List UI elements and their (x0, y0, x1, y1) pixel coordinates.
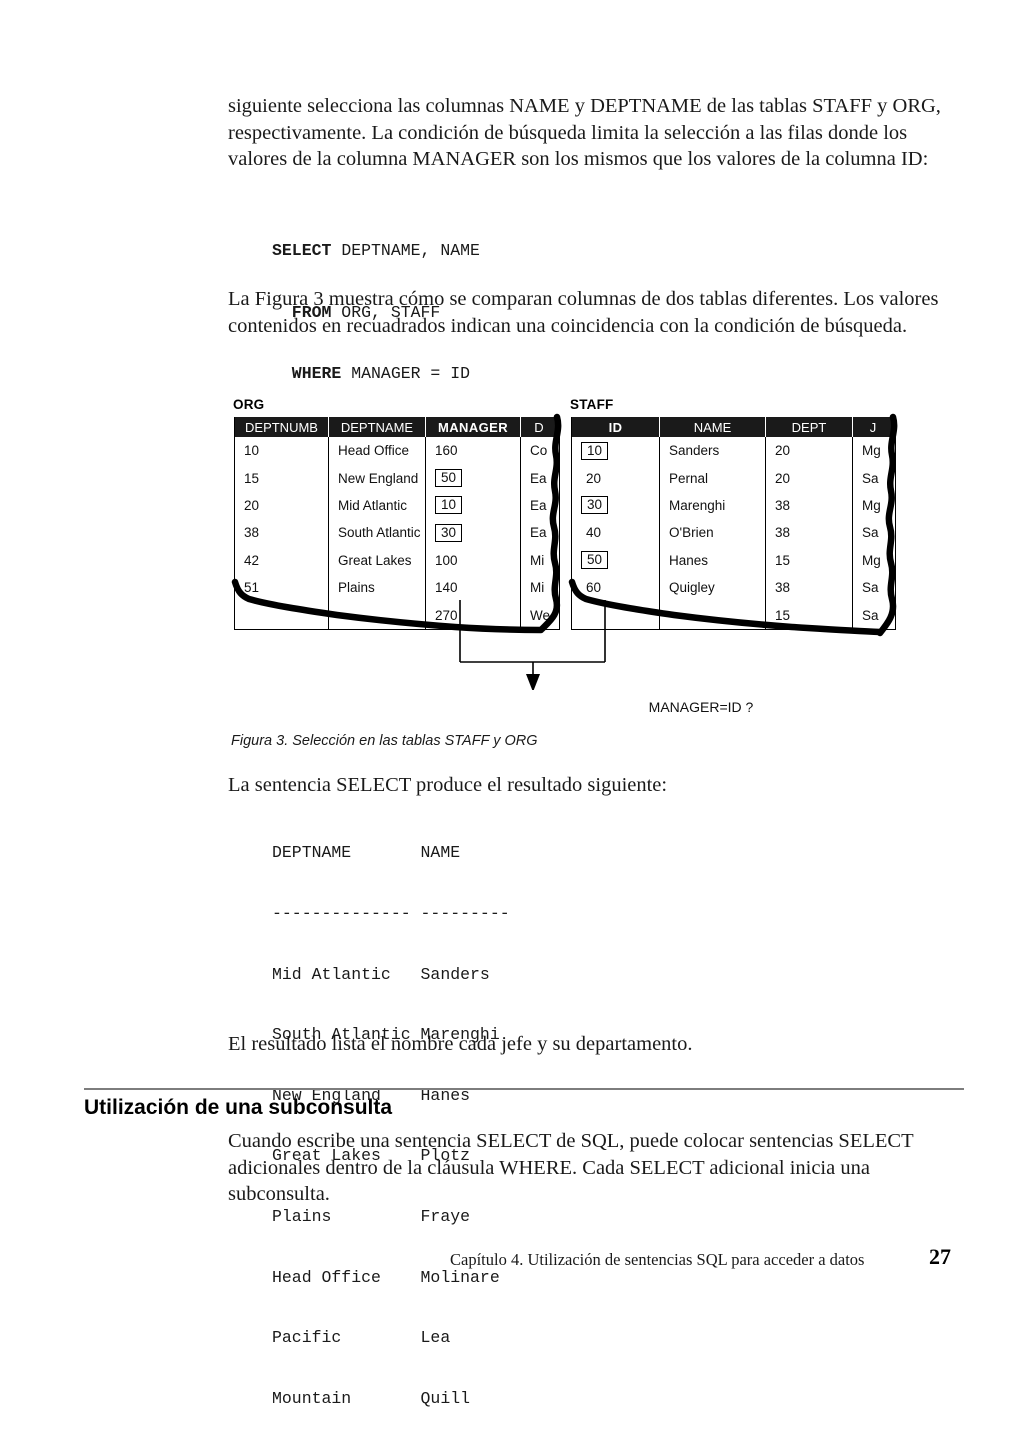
staff-id-value-boxed: 10 (581, 441, 609, 460)
table-row: 20 Mid Atlantic 10 Ea (235, 491, 559, 520)
result-listing-header: DEPTNAME NAME (272, 843, 461, 863)
org-cell-manager: 30 (426, 519, 521, 547)
staff-cell-dept: 38 (766, 519, 853, 547)
paragraph-subquery-body: Cuando escribe una sentencia SELECT de S… (228, 1130, 914, 1205)
org-cell-deptname: Mid Atlantic (329, 491, 426, 520)
result-listing-row: Mountain Quill (272, 1388, 471, 1408)
result-listing-row: Plains Fraye (272, 1207, 471, 1227)
staff-table-header-row: ID NAME DEPT J (572, 417, 895, 437)
sql-line-select: SELECT DEPTNAME, NAME (272, 241, 480, 262)
result-listing-row: Mid Atlantic Sanders (272, 964, 490, 984)
paragraph-result-note: El resultado lista el nombre cada jefe y… (228, 1033, 693, 1055)
footer-page-number: 27 (929, 1244, 951, 1269)
table-row: 15 New England 50 Ea (235, 464, 559, 492)
staff-cell-id: 20 (572, 464, 660, 492)
staff-col-name: NAME (660, 417, 766, 437)
org-cell-deptname: South Atlantic (329, 519, 426, 547)
result-listing-row: Pacific Lea (272, 1328, 451, 1348)
document-page: siguiente selecciona las columnas NAME y… (0, 0, 1024, 1408)
table-row: 30 Marenghi 38 Mg (572, 491, 895, 520)
section-heading-subconsulta: Utilización de una subconsulta (84, 1096, 393, 1119)
org-table-label: ORG (233, 397, 265, 412)
staff-cell-dept: 20 (766, 437, 853, 465)
staff-col-id: ID (572, 417, 660, 437)
join-condition-label: MANAGER=ID ? (648, 699, 754, 715)
table-row: 10 Head Office 160 Co (235, 437, 559, 465)
sql-keyword-select: SELECT (272, 241, 332, 260)
sql-rest-where: MANAGER = ID (341, 364, 471, 383)
table-row: 20 Pernal 20 Sa (572, 464, 895, 492)
staff-cell-name: Marenghi (660, 491, 766, 520)
join-connector (459, 600, 606, 690)
table-row: 40 O'Brien 38 Sa (572, 519, 895, 547)
footer-chapter-text: Capítulo 4. Utilización de sentencias SQ… (450, 1250, 865, 1269)
org-manager-value-boxed: 30 (435, 523, 463, 542)
staff-cell-dept: 20 (766, 464, 853, 492)
org-col-deptnumb: DEPTNUMB (235, 417, 329, 437)
staff-id-value: 40 (586, 525, 602, 541)
org-col-manager: MANAGER (426, 417, 521, 437)
staff-cell-id: 30 (572, 491, 660, 520)
staff-cell-name: O'Brien (660, 519, 766, 547)
sql-rest-select: DEPTNAME, NAME (331, 241, 480, 260)
paragraph-figure-intro: La Figura 3 muestra cómo se comparan col… (228, 288, 939, 337)
table-row: 10 Sanders 20 Mg (572, 437, 895, 465)
org-col-deptname: DEPTNAME (329, 417, 426, 437)
org-table-header-row: DEPTNUMB DEPTNAME MANAGER D (235, 417, 559, 437)
staff-cell-dept: 38 (766, 491, 853, 520)
result-listing-block: DEPTNAME NAME -------------- --------- M… (272, 803, 510, 1450)
staff-col-dept: DEPT (766, 417, 853, 437)
result-listing-row: Head Office Molinare (272, 1267, 500, 1287)
table-row: 38 South Atlantic 30 Ea (235, 519, 559, 547)
org-manager-value: 160 (435, 443, 458, 459)
staff-table-label: STAFF (570, 397, 614, 412)
staff-id-value-boxed: 30 (581, 496, 609, 515)
staff-cell-id: 40 (572, 519, 660, 547)
org-cell-deptnumb: 10 (235, 437, 329, 465)
paragraph-result-intro: La sentencia SELECT produce el resultado… (228, 774, 668, 796)
staff-cell-name: Sanders (660, 437, 766, 465)
org-cell-deptnumb: 15 (235, 464, 329, 492)
sql-line-where: WHERE MANAGER = ID (272, 364, 480, 385)
org-cell-manager: 50 (426, 464, 521, 492)
staff-table-right-torn-edge (876, 413, 898, 637)
org-cell-deptnumb: 20 (235, 491, 329, 520)
org-cell-manager: 10 (426, 491, 521, 520)
org-cell-manager: 160 (426, 437, 521, 465)
paragraph-intro: siguiente selecciona las columnas NAME y… (228, 95, 941, 170)
org-manager-value-boxed: 50 (435, 469, 463, 488)
result-listing-separator: -------------- --------- (272, 904, 510, 924)
figure-caption: Figura 3. Selección en las tablas STAFF … (231, 733, 538, 749)
org-manager-value-boxed: 10 (435, 496, 463, 515)
section-divider (84, 1088, 964, 1090)
staff-cell-id: 10 (572, 437, 660, 465)
org-cell-deptnumb: 38 (235, 519, 329, 547)
org-cell-deptname: New England (329, 464, 426, 492)
sql-keyword-where: WHERE (291, 364, 342, 383)
org-cell-deptname: Head Office (329, 437, 426, 465)
staff-cell-name: Pernal (660, 464, 766, 492)
staff-id-value: 20 (586, 470, 602, 486)
